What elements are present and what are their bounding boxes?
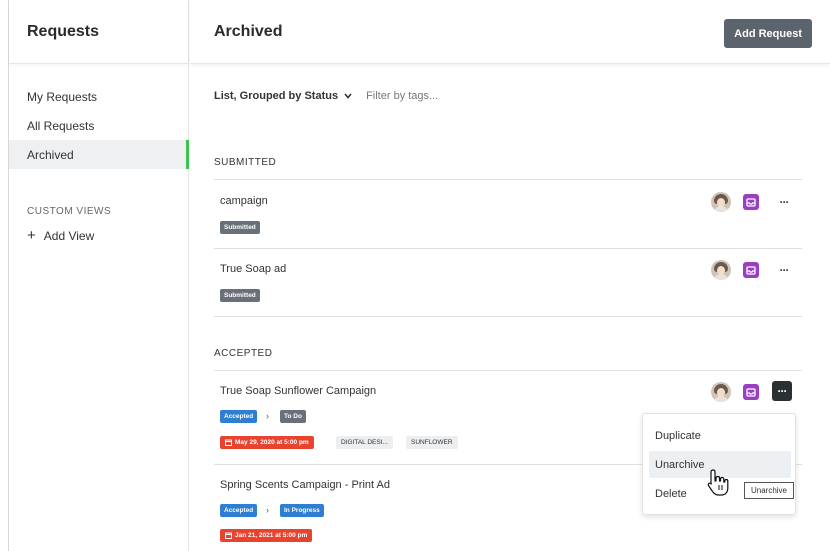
sidebar: Requests My Requests All Requests Archiv… xyxy=(9,0,189,551)
avatar xyxy=(711,382,731,402)
sidebar-item-all-requests[interactable]: All Requests xyxy=(9,111,188,140)
menu-item-duplicate[interactable]: Duplicate xyxy=(649,422,791,449)
due-date-text: May 29, 2020 at 5:00 pm xyxy=(235,439,309,446)
app-window: Requests My Requests All Requests Archiv… xyxy=(0,0,830,551)
more-options-button[interactable]: ··· xyxy=(774,260,794,280)
tag-chip[interactable]: DIGITAL DESI... xyxy=(336,436,393,449)
add-view-label: Add View xyxy=(43,229,95,243)
context-menu: Duplicate Unarchive Delete xyxy=(642,413,796,515)
avatar xyxy=(711,192,731,212)
toolbar: List, Grouped by Status Filter by tags..… xyxy=(214,90,438,102)
more-options-button[interactable]: ··· xyxy=(774,192,794,212)
request-title: campaign xyxy=(220,195,268,207)
sidebar-item-label: All Requests xyxy=(27,118,95,133)
calendar-icon xyxy=(225,439,232,446)
avatar xyxy=(711,260,731,280)
request-title: Spring Scents Campaign - Print Ad xyxy=(220,479,390,491)
custom-views-label: CUSTOM VIEWS xyxy=(27,206,112,217)
stage-badge: In Progress xyxy=(280,504,324,517)
request-title: True Soap ad xyxy=(220,263,287,275)
list-item[interactable]: True Soap ad Submitted ··· xyxy=(214,249,802,316)
sidebar-title: Requests xyxy=(27,22,100,40)
calendar-icon xyxy=(225,532,232,539)
due-date-text: Jan 21, 2021 at 5:00 pm xyxy=(235,532,308,539)
unarchive-tooltip: Unarchive xyxy=(744,482,794,499)
group-label-submitted: SUBMITTED xyxy=(214,157,277,168)
page-title: Archived xyxy=(214,22,283,40)
main-header: Archived Add Request xyxy=(190,0,830,64)
inbox-tray-icon[interactable] xyxy=(743,384,759,400)
more-options-button[interactable]: ··· xyxy=(772,381,792,401)
status-badge: Submitted xyxy=(220,289,260,302)
request-title: True Soap Sunflower Campaign xyxy=(220,385,377,397)
sidebar-header: Requests xyxy=(9,0,188,64)
list-item[interactable]: campaign Submitted ··· xyxy=(214,180,802,248)
status-badge: Accepted xyxy=(220,504,258,517)
plus-icon: + xyxy=(27,227,36,244)
status-badge: Accepted xyxy=(220,410,258,423)
status-badge: Submitted xyxy=(220,221,260,234)
view-mode-dropdown[interactable]: List, Grouped by Status xyxy=(214,90,352,102)
group-label-accepted: ACCEPTED xyxy=(214,348,273,359)
chevron-right-icon: › xyxy=(266,411,269,421)
inbox-tray-icon[interactable] xyxy=(743,194,759,210)
tag-filter-input[interactable]: Filter by tags... xyxy=(366,90,438,102)
inbox-tray-icon[interactable] xyxy=(743,262,759,278)
divider xyxy=(214,316,802,317)
due-date-badge: Jan 21, 2021 at 5:00 pm xyxy=(220,529,313,542)
chevron-down-icon xyxy=(344,93,352,99)
sidebar-item-archived[interactable]: Archived xyxy=(9,140,189,169)
sidebar-item-label: Archived xyxy=(27,147,74,162)
tag-chip[interactable]: SUNFLOWER xyxy=(406,436,458,449)
add-request-button[interactable]: Add Request xyxy=(724,19,812,48)
view-mode-label: List, Grouped by Status xyxy=(214,90,339,102)
sidebar-item-my-requests[interactable]: My Requests xyxy=(9,82,188,111)
sidebar-nav: My Requests All Requests Archived xyxy=(9,82,189,169)
chevron-right-icon: › xyxy=(266,505,269,515)
sidebar-item-label: My Requests xyxy=(27,89,98,104)
hand-pointer-icon xyxy=(707,469,729,496)
due-date-badge: May 29, 2020 at 5:00 pm xyxy=(220,436,314,449)
stage-badge: To Do xyxy=(280,410,306,423)
add-view-button[interactable]: + Add View xyxy=(9,227,188,244)
